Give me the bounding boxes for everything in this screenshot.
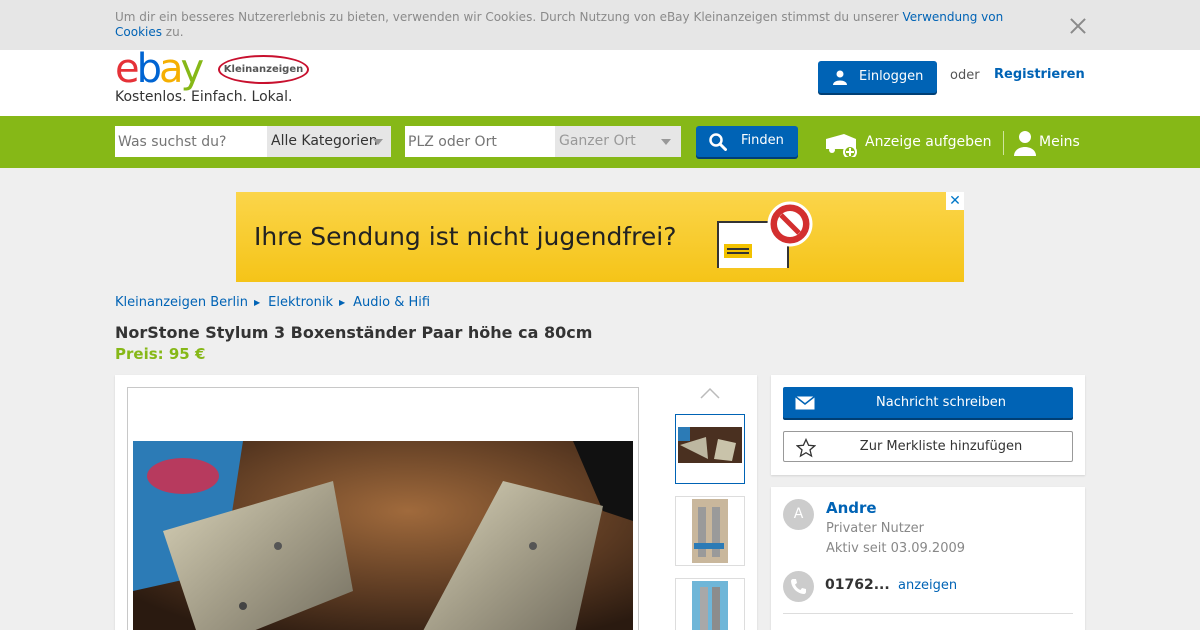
cookie-suffix: zu. [161,25,184,39]
divider [783,613,1073,614]
speaker-stands-photo [133,441,633,630]
chevron-down-icon [373,139,383,145]
close-icon[interactable] [1067,15,1089,37]
phone-number: 01762... [825,577,890,593]
find-button[interactable]: Finden [696,126,798,157]
seller-card: A Andre Privater Nutzer Aktiv seit 03.09… [771,487,1085,630]
thumbnail-3[interactable] [675,578,745,630]
category-select[interactable]: Alle Kategorien [267,126,391,157]
divider [1003,131,1004,155]
breadcrumb-arrow-icon: ▶ [338,298,346,307]
logo-letter-b: b [136,46,162,92]
listing-title: NorStone Stylum 3 Boxenständer Paar höhe… [115,323,593,342]
my-account-label: Meins [1039,134,1080,150]
breadcrumb-item-city[interactable]: Kleinanzeigen Berlin [115,295,248,310]
ad-text: Ihre Sendung ist nicht jugendfrei? [254,222,677,251]
post-ad-icon [826,134,857,157]
thumbnail-1[interactable] [675,414,745,484]
thumbnail-2[interactable] [675,496,745,566]
search-input[interactable] [115,126,267,157]
post-ad-label: Anzeige aufgeben [865,134,992,150]
add-to-watchlist-button[interactable]: Zur Merkliste hinzufügen [783,431,1073,462]
radius-select[interactable]: Ganzer Ort [555,126,681,157]
add-to-watchlist-label: Zur Merkliste hinzufügen [859,439,1023,454]
cookie-banner: Um dir ein besseres Nutzererlebnis zu bi… [0,0,1200,50]
breadcrumb-arrow-icon: ▶ [253,298,261,307]
ebay-logo[interactable]: ebay [115,46,205,92]
phone-icon [783,571,814,602]
main-image[interactable] [133,441,633,630]
thumbnail-image [676,415,744,483]
blocked-mail-icon [717,201,813,268]
login-button[interactable]: Einloggen [818,61,937,93]
login-label: Einloggen [859,69,924,84]
seller-type: Privater Nutzer [826,521,925,536]
main-image-frame[interactable] [127,387,639,630]
listing-price: Preis: 95 € [115,345,206,363]
avatar: A [783,499,814,530]
logo-letter-y: y [180,46,205,92]
chevron-down-icon [661,139,671,145]
show-phone-link[interactable]: anzeigen [898,578,957,593]
category-value: Alle Kategorien [271,133,378,149]
cookie-text: Um dir ein besseres Nutzererlebnis zu bi… [115,10,1015,40]
radius-value: Ganzer Ort [559,133,636,149]
chevron-up-icon[interactable] [700,387,720,399]
send-message-button[interactable]: Nachricht schreiben [783,387,1073,418]
logo-letter-e: e [115,46,140,92]
contact-card: Nachricht schreiben Zur Merkliste hinzuf… [771,375,1085,475]
image-gallery [115,375,757,630]
seller-name[interactable]: Andre [826,499,877,517]
thumbnail-image [676,579,744,630]
site-header: ebay Kleinanzeigen Kostenlos. Einfach. L… [0,46,1200,116]
location-input[interactable] [405,126,555,157]
seller-active-since: Aktiv seit 03.09.2009 [826,541,966,556]
breadcrumb-item-category[interactable]: Elektronik [268,295,333,310]
cookie-message: Um dir ein besseres Nutzererlebnis zu bi… [115,10,903,24]
person-icon [1014,131,1036,156]
breadcrumb: Kleinanzeigen Berlin ▶ Elektronik ▶ Audio & … [115,295,430,310]
search-icon [709,133,727,151]
user-icon [833,70,847,85]
send-message-label: Nachricht schreiben [876,395,1006,410]
ad-close-icon[interactable]: ✕ [946,192,964,210]
ad-banner[interactable]: Ihre Sendung ist nicht jugendfrei? ✕ [236,192,964,282]
slogan: Kostenlos. Einfach. Lokal. [115,89,293,105]
logo-letter-a: a [159,46,183,92]
thumbnail-image [676,497,744,565]
find-label: Finden [741,133,784,148]
kleinanzeigen-badge: Kleinanzeigen [218,55,309,84]
breadcrumb-item-subcategory[interactable]: Audio & Hifi [353,295,430,310]
register-link[interactable]: Registrieren [994,67,1085,82]
search-bar: Alle Kategorien Ganzer Ort Finden Anzeig… [0,116,1200,168]
or-text: oder [950,68,980,83]
